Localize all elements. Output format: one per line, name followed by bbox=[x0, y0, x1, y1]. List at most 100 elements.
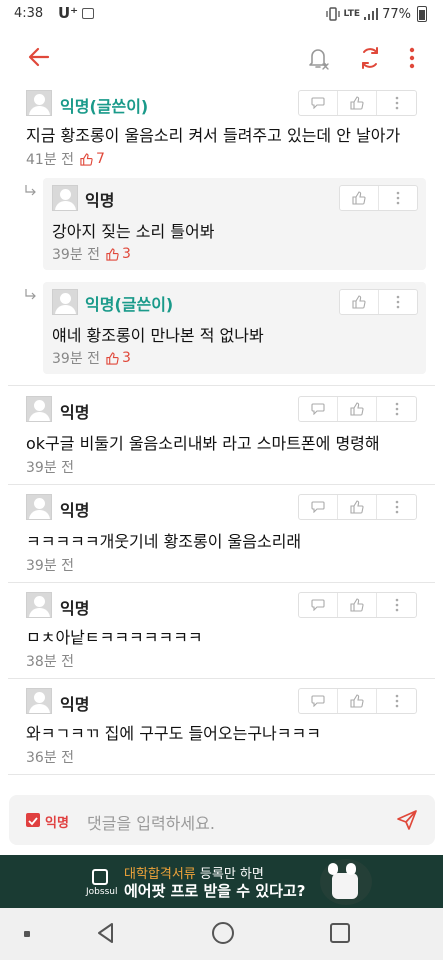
avatar bbox=[52, 185, 78, 211]
comment-input[interactable]: 댓글을 입력하세요. bbox=[87, 810, 215, 834]
reply-button[interactable] bbox=[299, 397, 338, 421]
like-button[interactable] bbox=[340, 186, 379, 210]
like-button[interactable] bbox=[338, 593, 377, 617]
anonymous-checkbox[interactable] bbox=[26, 813, 40, 827]
comment-author: 익명 bbox=[60, 403, 90, 422]
send-icon[interactable] bbox=[395, 808, 419, 832]
thumbs-up-icon bbox=[106, 247, 119, 261]
lte-label: LTE bbox=[343, 8, 361, 19]
comment-more-button[interactable] bbox=[377, 91, 416, 115]
carrier-label: U⁺ bbox=[58, 4, 79, 22]
more-vertical-icon bbox=[395, 694, 398, 708]
like-count: 7 bbox=[80, 151, 105, 167]
status-bar: 4:38 U⁺ LTE 77% bbox=[0, 0, 443, 30]
comment-body: 와ㅋㄱㅋㄲ 집에 구구도 들어오는구나ㅋㅋㅋ bbox=[26, 724, 321, 743]
reply-arrow-icon bbox=[25, 185, 36, 196]
avatar bbox=[26, 494, 52, 520]
ad-banner[interactable]: Jobssul 대학합격서류 등록만 하면 에어팟 프로 받을 수 있다고? bbox=[0, 855, 443, 908]
like-button[interactable] bbox=[338, 495, 377, 519]
comment-more-button[interactable] bbox=[379, 186, 418, 210]
more-vertical-icon[interactable] bbox=[402, 44, 422, 72]
thumbs-up-icon bbox=[350, 500, 364, 514]
thumbs-up-icon bbox=[106, 351, 119, 365]
comment-meta: 39분 전 bbox=[26, 457, 74, 477]
status-time: 4:38 bbox=[14, 6, 44, 21]
comment-body: ㅁㅊ아낱ㅌㅋㅋㅋㅋㅋㅋㅋ bbox=[26, 628, 203, 647]
comment-more-button[interactable] bbox=[377, 689, 416, 713]
like-button[interactable] bbox=[338, 91, 377, 115]
comment-author: 익명 bbox=[85, 191, 115, 210]
reply-button[interactable] bbox=[299, 689, 338, 713]
like-count: 3 bbox=[106, 350, 131, 366]
comment-item: 익명 와ㅋㄱㅋㄲ 집에 구구도 들어오는구나ㅋㅋㅋ 36분 전 bbox=[0, 682, 443, 778]
speech-bubble-icon bbox=[311, 695, 325, 707]
comment-list: 익명(글쓴이) 지금 황조롱이 울음소리 켜서 들려주고 있는데 안 날아가 4… bbox=[0, 86, 443, 786]
comment-more-button[interactable] bbox=[377, 495, 416, 519]
airpod-left bbox=[328, 863, 338, 875]
comment-time: 39분 전 bbox=[52, 351, 101, 367]
gallery-notification-icon bbox=[82, 8, 94, 19]
airpod-right bbox=[346, 863, 356, 875]
like-button[interactable] bbox=[340, 290, 379, 314]
comment-time: 41분 전 bbox=[26, 152, 75, 168]
like-count: 3 bbox=[106, 246, 131, 262]
arrow-left-icon[interactable] bbox=[26, 44, 52, 70]
divider bbox=[8, 774, 435, 775]
signal-icon bbox=[364, 8, 379, 20]
comment-author: 익명(글쓴이) bbox=[85, 295, 174, 314]
bell-off-icon[interactable] bbox=[304, 44, 332, 72]
nav-recent-icon[interactable] bbox=[330, 923, 350, 943]
comment-more-button[interactable] bbox=[379, 290, 418, 314]
comment-actions bbox=[298, 396, 417, 422]
reply-button[interactable] bbox=[299, 495, 338, 519]
divider bbox=[8, 385, 435, 386]
comment-body: 강아지 짖는 소리 틀어봐 bbox=[52, 222, 215, 241]
airpods-case bbox=[332, 873, 358, 899]
comment-body: 지금 황조롱이 울음소리 켜서 들려주고 있는데 안 날아가 bbox=[26, 126, 401, 145]
comment-actions bbox=[298, 592, 417, 618]
like-button[interactable] bbox=[338, 397, 377, 421]
more-vertical-icon bbox=[396, 295, 400, 309]
reply-item: 익명 강아지 짖는 소리 틀어봐 39분 전 3 bbox=[43, 178, 426, 270]
status-right-group: LTE 77% bbox=[325, 6, 427, 22]
nav-home-icon[interactable] bbox=[212, 922, 234, 944]
nav-back-icon[interactable] bbox=[94, 921, 118, 945]
speech-bubble-icon bbox=[311, 97, 325, 109]
comment-meta: 39분 전 3 bbox=[52, 244, 131, 264]
nav-dot-icon[interactable] bbox=[24, 931, 30, 937]
speech-bubble-icon bbox=[311, 599, 325, 611]
reply-button[interactable] bbox=[299, 91, 338, 115]
ad-line2: 에어팟 프로 받을 수 있다고? bbox=[124, 882, 306, 900]
comment-item: 익명(글쓴이) 지금 황조롱이 울음소리 켜서 들려주고 있는데 안 날아가 4… bbox=[0, 86, 443, 186]
avatar bbox=[52, 289, 78, 315]
refresh-icon[interactable] bbox=[356, 44, 384, 72]
more-vertical-icon bbox=[395, 96, 398, 110]
comment-actions bbox=[339, 289, 418, 315]
thumbs-up-icon bbox=[350, 694, 364, 708]
comment-actions bbox=[339, 185, 418, 211]
reply-arrow-icon bbox=[25, 289, 36, 300]
like-count-value: 7 bbox=[96, 151, 105, 167]
comment-item: 익명 ok구글 비둘기 울음소리내봐 라고 스마트폰에 명령해 39분 전 bbox=[0, 390, 443, 486]
divider bbox=[8, 484, 435, 485]
check-icon bbox=[28, 817, 38, 826]
reply-button[interactable] bbox=[299, 593, 338, 617]
comment-more-button[interactable] bbox=[377, 593, 416, 617]
reply-item: 익명(글쓴이) 얘네 황조롱이 만나본 적 없나봐 39분 전 3 bbox=[43, 282, 426, 374]
comment-actions bbox=[298, 688, 417, 714]
comment-item: 익명 ㅋㅋㅋㅋㅋ개웃기네 황조롱이 울음소리래 39분 전 bbox=[0, 488, 443, 584]
speech-bubble-icon bbox=[311, 403, 325, 415]
like-button[interactable] bbox=[338, 689, 377, 713]
comment-time: 38분 전 bbox=[26, 654, 75, 670]
comment-meta: 41분 전 7 bbox=[26, 149, 105, 169]
speech-bubble-icon bbox=[311, 501, 325, 513]
comment-author: 익명(글쓴이) bbox=[60, 97, 149, 116]
comment-meta: 36분 전 bbox=[26, 747, 74, 767]
vibrate-icon bbox=[325, 7, 340, 21]
comment-author: 익명 bbox=[60, 599, 90, 618]
thumbs-up-icon bbox=[350, 96, 364, 110]
divider bbox=[8, 678, 435, 679]
avatar bbox=[26, 90, 52, 116]
app-bar bbox=[0, 30, 443, 86]
comment-more-button[interactable] bbox=[377, 397, 416, 421]
